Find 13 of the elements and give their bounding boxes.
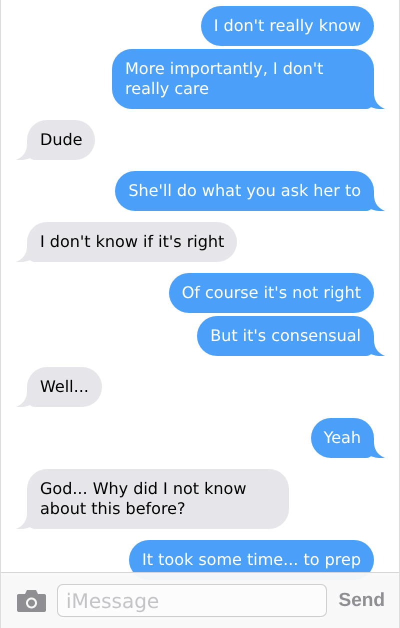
- message-bubble: God... Why did I not know about this before?: [27, 469, 289, 529]
- message-bubble: I don't know if it's right: [27, 222, 238, 262]
- message-bubble: I don't really know: [200, 6, 374, 46]
- message-bubble: Well...: [27, 367, 102, 407]
- message-bubble: Of course it's not right: [168, 273, 374, 313]
- message-bubble: More importantly, I don't really care: [112, 49, 374, 109]
- message-bubble: Yeah: [310, 418, 374, 458]
- message-bubble: She'll do what you ask her to: [115, 171, 374, 211]
- camera-icon[interactable]: [16, 588, 47, 612]
- message-bubble: Dude: [27, 120, 96, 160]
- message-bubble: But it's consensual: [197, 316, 374, 356]
- message-input[interactable]: iMessage: [57, 584, 327, 617]
- send-button[interactable]: Send: [336, 590, 385, 612]
